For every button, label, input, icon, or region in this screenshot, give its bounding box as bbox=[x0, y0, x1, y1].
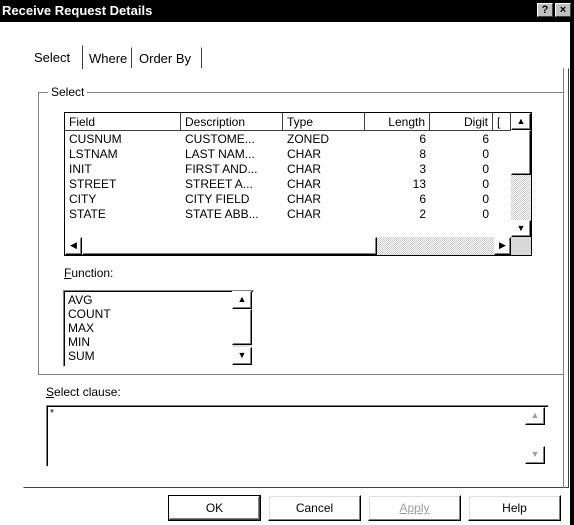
scroll-right-arrow-icon[interactable]: ▶ bbox=[494, 237, 511, 255]
table-row[interactable]: STATE STATE ABB... CHAR 2 0 bbox=[65, 207, 510, 221]
select-clause-accelerator: S bbox=[46, 385, 55, 399]
cell-digit: 6 bbox=[482, 132, 489, 146]
select-clause-label: Select clause: bbox=[46, 385, 121, 399]
table-row[interactable]: INIT FIRST AND... CHAR 3 0 bbox=[65, 162, 510, 176]
cell-field: CUSNUM bbox=[69, 132, 122, 146]
window-title: Receive Request Details bbox=[2, 3, 153, 18]
select-clause-textarea[interactable]: * ▲ ▼ bbox=[46, 405, 549, 467]
cell-description: STREET A... bbox=[185, 177, 253, 191]
cell-type: CHAR bbox=[287, 207, 322, 221]
table-row[interactable]: CITY CITY FIELD CHAR 6 0 bbox=[65, 192, 510, 206]
cell-field: CITY bbox=[69, 192, 97, 206]
list-item[interactable]: SUM bbox=[68, 350, 95, 363]
cell-digit: 0 bbox=[482, 192, 489, 206]
cell-length: 6 bbox=[419, 132, 426, 146]
tab-label: Select bbox=[34, 50, 71, 65]
select-clause-label-text: elect clause: bbox=[54, 385, 121, 399]
cell-type: CHAR bbox=[287, 177, 322, 191]
cell-length: 3 bbox=[419, 162, 426, 176]
scroll-up-arrow-icon[interactable]: ▲ bbox=[511, 113, 531, 130]
ok-button[interactable]: OK bbox=[168, 495, 261, 521]
function-label: Function: bbox=[64, 266, 113, 280]
select-group-label: Select bbox=[48, 85, 88, 99]
table-hscroll-thumb[interactable] bbox=[82, 237, 377, 255]
cancel-button[interactable]: Cancel bbox=[268, 495, 361, 521]
cell-length: 6 bbox=[419, 192, 426, 206]
table-row[interactable]: CUSNUM CUSTOME... ZONED 6 6 bbox=[65, 132, 510, 146]
scroll-down-arrow-icon[interactable]: ▼ bbox=[511, 220, 531, 237]
scroll-down-arrow-icon[interactable]: ▼ bbox=[232, 347, 252, 365]
function-label-text: unction: bbox=[71, 266, 114, 280]
tab-label: Order By bbox=[139, 51, 192, 66]
select-clause-value: * bbox=[50, 408, 54, 419]
scroll-left-arrow-icon[interactable]: ◀ bbox=[65, 237, 82, 255]
cell-description: CUSTOME... bbox=[185, 132, 255, 146]
cell-type: CHAR bbox=[287, 147, 322, 161]
tab-where[interactable]: Where bbox=[84, 47, 132, 68]
cell-type: CHAR bbox=[287, 162, 322, 176]
cell-description: STATE ABB... bbox=[185, 207, 259, 221]
column-header-length[interactable]: Length bbox=[365, 113, 430, 131]
cell-field: INIT bbox=[69, 162, 92, 176]
cell-length: 8 bbox=[419, 147, 426, 161]
cell-field: STREET bbox=[69, 177, 117, 191]
list-item[interactable]: AVG bbox=[68, 294, 92, 307]
help-icon[interactable]: ? bbox=[537, 3, 553, 17]
cell-digit: 0 bbox=[482, 177, 489, 191]
column-header-field[interactable]: Field bbox=[65, 113, 181, 131]
column-header-description[interactable]: Description bbox=[181, 113, 283, 131]
help-button[interactable]: Help bbox=[468, 495, 561, 521]
column-header-type[interactable]: Type bbox=[283, 113, 365, 131]
scrollbar-corner bbox=[511, 237, 531, 255]
cell-field: LSTNAM bbox=[69, 147, 118, 161]
cell-length: 2 bbox=[419, 207, 426, 221]
column-header-decimal[interactable]: [ bbox=[493, 113, 511, 131]
cell-type: ZONED bbox=[287, 132, 329, 146]
list-item[interactable]: MAX bbox=[68, 322, 94, 335]
cell-length: 13 bbox=[412, 177, 426, 191]
scroll-up-arrow-icon[interactable]: ▲ bbox=[525, 407, 545, 425]
function-scroll-thumb[interactable] bbox=[232, 309, 252, 345]
apply-button[interactable]: Apply bbox=[368, 495, 461, 521]
cell-digit: 0 bbox=[482, 207, 489, 221]
scroll-down-arrow-icon[interactable]: ▼ bbox=[525, 446, 545, 464]
column-header-digit[interactable]: Digit bbox=[430, 113, 493, 131]
tab-order-by[interactable]: Order By bbox=[134, 47, 202, 68]
cell-field: STATE bbox=[69, 207, 106, 221]
cell-description: LAST NAM... bbox=[185, 147, 255, 161]
cell-description: FIRST AND... bbox=[185, 162, 258, 176]
apply-label: Apply bbox=[399, 501, 430, 515]
cell-digit: 0 bbox=[482, 162, 489, 176]
tab-select[interactable]: Select bbox=[29, 45, 83, 69]
function-listbox[interactable]: AVG COUNT MAX MIN SUM ▲ ▼ bbox=[63, 290, 254, 367]
window-edge bbox=[570, 22, 574, 525]
cell-digit: 0 bbox=[482, 147, 489, 161]
table-row[interactable]: STREET STREET A... CHAR 13 0 bbox=[65, 177, 510, 191]
fields-table[interactable]: Field Description Type Length Digit [ CU… bbox=[64, 112, 532, 256]
list-item[interactable]: COUNT bbox=[68, 308, 111, 321]
close-icon[interactable]: × bbox=[555, 3, 571, 17]
cell-type: CHAR bbox=[287, 192, 322, 206]
tab-label: Where bbox=[89, 51, 128, 66]
table-row[interactable]: LSTNAM LAST NAM... CHAR 8 0 bbox=[65, 147, 510, 161]
table-scroll-thumb[interactable] bbox=[511, 130, 531, 175]
list-item[interactable]: MIN bbox=[68, 336, 90, 349]
cell-description: CITY FIELD bbox=[185, 192, 250, 206]
scroll-up-arrow-icon[interactable]: ▲ bbox=[232, 291, 252, 309]
